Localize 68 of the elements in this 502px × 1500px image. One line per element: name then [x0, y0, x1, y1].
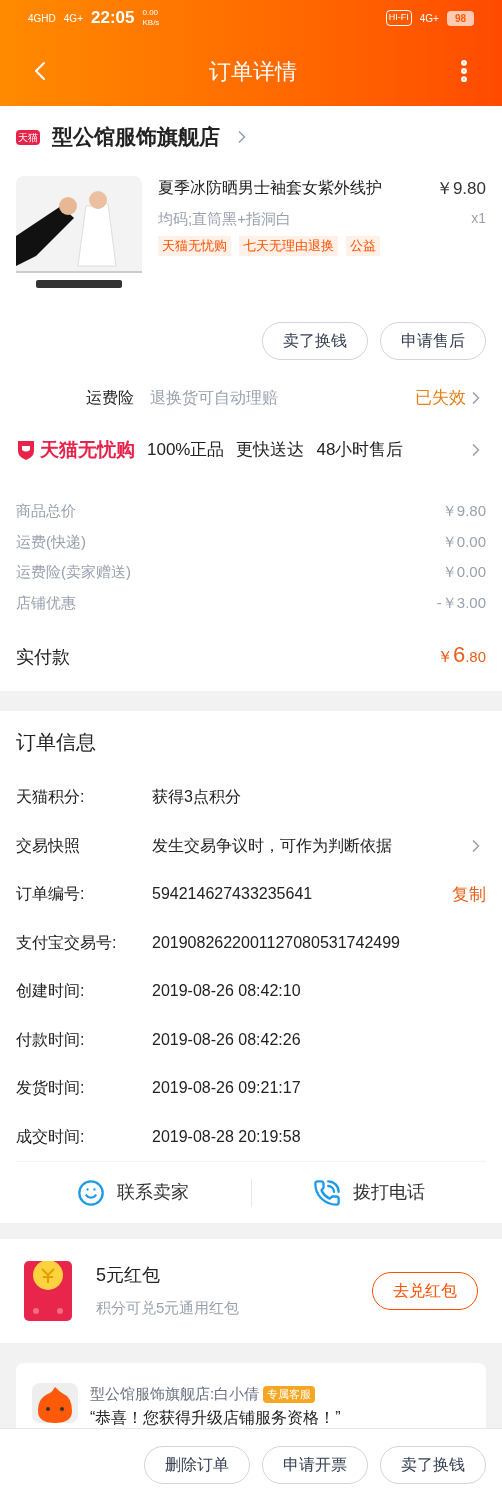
price-label: 运费(快递): [16, 531, 86, 552]
price-value: ￥0.00: [441, 562, 486, 582]
info-value: 2019-08-26 09:21:17: [152, 1078, 302, 1099]
info-label: 成交时间:: [16, 1126, 86, 1147]
signal-label: 4G+: [419, 11, 439, 26]
page-title: 订单详情: [208, 57, 298, 86]
chat-icon: [77, 1178, 106, 1207]
action-button[interactable]: 卖了换钱: [262, 322, 368, 360]
envelope-icon: [24, 1261, 72, 1321]
info-value: 2019082622001127080531742499: [152, 932, 401, 953]
info-value: 2019-08-26 08:42:26: [152, 1029, 302, 1050]
status-time: 22:05: [91, 7, 135, 30]
product-tag: 七天无理由退换: [239, 236, 338, 256]
price-label: 商品总价: [16, 501, 76, 521]
guarantee-brand: 天猫无忧购: [40, 437, 135, 462]
product-title[interactable]: 夏季冰防晒男士袖套女紫外线护: [158, 176, 382, 202]
info-value: 2019-08-28 20:19:58: [152, 1126, 302, 1147]
service-badge: 专属客服: [263, 1386, 316, 1403]
action-button[interactable]: 删除订单: [144, 1445, 250, 1484]
phone-icon: [312, 1178, 341, 1207]
coupon-subtitle: 积分可兑5元通用红包: [96, 1298, 241, 1319]
section-title: 订单信息: [16, 730, 96, 755]
info-label: 创建时间:: [16, 981, 86, 1002]
info-label: 订单编号:: [16, 884, 86, 905]
info-label: 发货时间:: [16, 1078, 86, 1099]
guarantee-point: 100%正品: [147, 439, 225, 462]
signal-label: 4GHD: [28, 11, 56, 26]
paid-label: 实付款: [16, 646, 70, 669]
store-name[interactable]: 型公馆服饰旗舰店: [52, 121, 220, 153]
info-label: 交易快照: [16, 835, 81, 856]
insurance-label: 运费险: [86, 388, 134, 408]
chat-message: “恭喜！您获得升级店铺服务资格！”: [90, 1407, 341, 1428]
product-price: ￥9.80: [435, 178, 486, 200]
guarantee-point: 48小时售后: [316, 439, 404, 462]
info-value: 获得3点积分: [152, 787, 242, 808]
tmall-badge: 天猫: [16, 129, 40, 145]
insurance-description: 退换货可自动理赔: [150, 388, 279, 408]
network-speed: 0.00 KB/s: [142, 8, 161, 28]
price-label: 运费险(卖家赠送): [16, 562, 131, 582]
hifi-label: HI-FI: [385, 10, 412, 26]
price-value: ￥9.80: [441, 501, 486, 521]
price-value: ￥0.00: [441, 531, 486, 552]
price-value: -￥3.00: [436, 592, 486, 613]
product-quantity: x1: [471, 208, 486, 228]
copy-button[interactable]: 复制: [452, 881, 486, 907]
chat-sender: 型公馆服饰旗舰店:白小倩: [90, 1384, 260, 1404]
guarantee-point: 更快送达: [236, 439, 305, 462]
info-label: 付款时间:: [16, 1029, 86, 1050]
coupon-title: 5元红包: [96, 1264, 161, 1288]
action-button[interactable]: 申请开票: [262, 1445, 368, 1484]
info-label: 天猫积分:: [16, 787, 86, 808]
signal-label: 4G+: [63, 11, 83, 26]
battery-indicator: 98: [446, 10, 474, 26]
action-button[interactable]: 卖了换钱: [380, 1445, 486, 1484]
info-value: 2019-08-26 08:42:10: [152, 981, 302, 1002]
price-label: 店铺优惠: [16, 592, 76, 613]
paid-amount: ￥6.80: [436, 641, 486, 669]
info-value[interactable]: 发生交易争议时，可作为判断依据: [152, 833, 466, 858]
info-label: 支付宝交易号:: [16, 932, 118, 953]
action-button[interactable]: 申请售后: [380, 322, 486, 360]
mascot-avatar-icon: [32, 1383, 78, 1423]
contact-button[interactable]: 联系卖家: [16, 1178, 252, 1207]
shield-icon: [16, 439, 36, 461]
info-value: 594214627433235641: [152, 884, 314, 905]
product-tag: 天猫无忧购: [158, 236, 231, 256]
product-sku: 均码;直筒黑+指洞白: [158, 208, 291, 229]
product-tag: 公益: [346, 236, 380, 256]
contact-button[interactable]: 拨打电话: [251, 1178, 486, 1207]
